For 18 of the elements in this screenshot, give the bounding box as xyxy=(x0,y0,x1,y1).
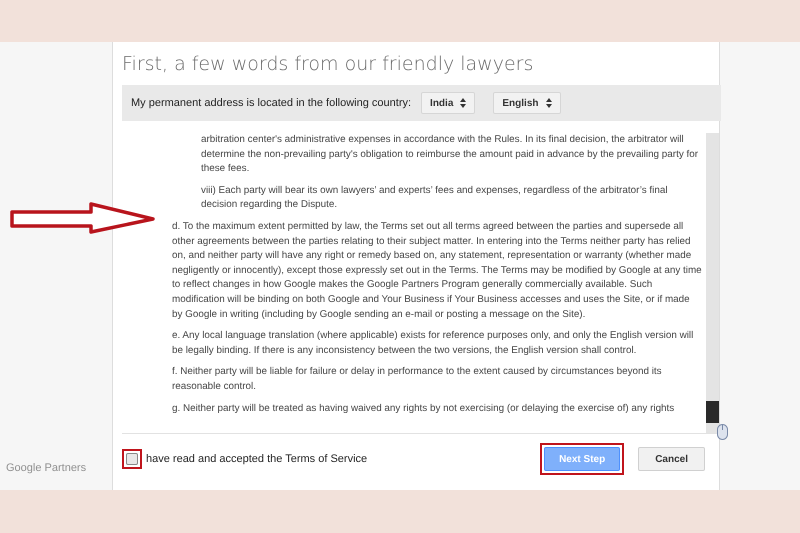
language-select[interactable]: English xyxy=(493,92,561,114)
cancel-button[interactable]: Cancel xyxy=(638,447,705,471)
updown-icon xyxy=(460,98,466,108)
dialog-title: First, a few words from our friendly lawyers xyxy=(122,53,534,75)
terms-paragraph: d. To the maximum extent permitted by law, the Terms set out all terms agreed between the parties and supersede all other agreements between the parties relating to their subject matter. In entering into the Terms neither party has relied on, and neither party will have any right or remedy based on, any statement, representation or warranty (whether made negligently or innocently), except those expressly set out in the Terms. The Terms may be modified by Google at any time to reflect changes in how Google makes the Google Partners Program generally commercially available. Such modification will be binding on both Google and Your Business if Your Business accesses and uses the Site, or if made by Google in writing (including by Google sending an e-mail or posting a message on the Site). xyxy=(172,220,702,322)
scrollbar[interactable] xyxy=(706,133,719,433)
terms-paragraph: e. Any local language translation (where applicable) exists for reference purposes only, and only the English version will be legally binding. If there is any inconsistency between the two versions, the English version shall control. xyxy=(172,329,694,358)
country-select[interactable]: India xyxy=(421,92,476,114)
country-label: My permanent address is located in the following country: xyxy=(131,97,412,109)
updown-icon xyxy=(546,98,552,108)
accept-label: have read and accepted the Terms of Service xyxy=(146,453,368,465)
terms-paragraph: g. Neither party will be treated as having waived any rights by not exercising (or delaying the exercise of) any rights xyxy=(172,402,676,416)
scrollbar-thumb[interactable] xyxy=(706,401,719,423)
terms-paragraph: f. Neither party will be liable for failure or delay in performance to the extent caused by circumstances beyond its reasonable control. xyxy=(172,365,663,394)
terms-paragraph: viii) Each party will bear its own lawyers’ and experts’ fees and expenses, regardless of the arbitrator’s final decision regarding the Dispute. xyxy=(200,184,669,212)
brand-text: Google Partners xyxy=(6,462,88,474)
accept-checkbox[interactable] xyxy=(126,453,138,465)
terms-paragraph: arbitration center's administrative expenses in accordance with the Rules. In its final decision, the arbitrator will determine the non-prevailing party's obligation to reimburse the amount paid in advance by the prevailing party for these fees. xyxy=(200,133,700,176)
